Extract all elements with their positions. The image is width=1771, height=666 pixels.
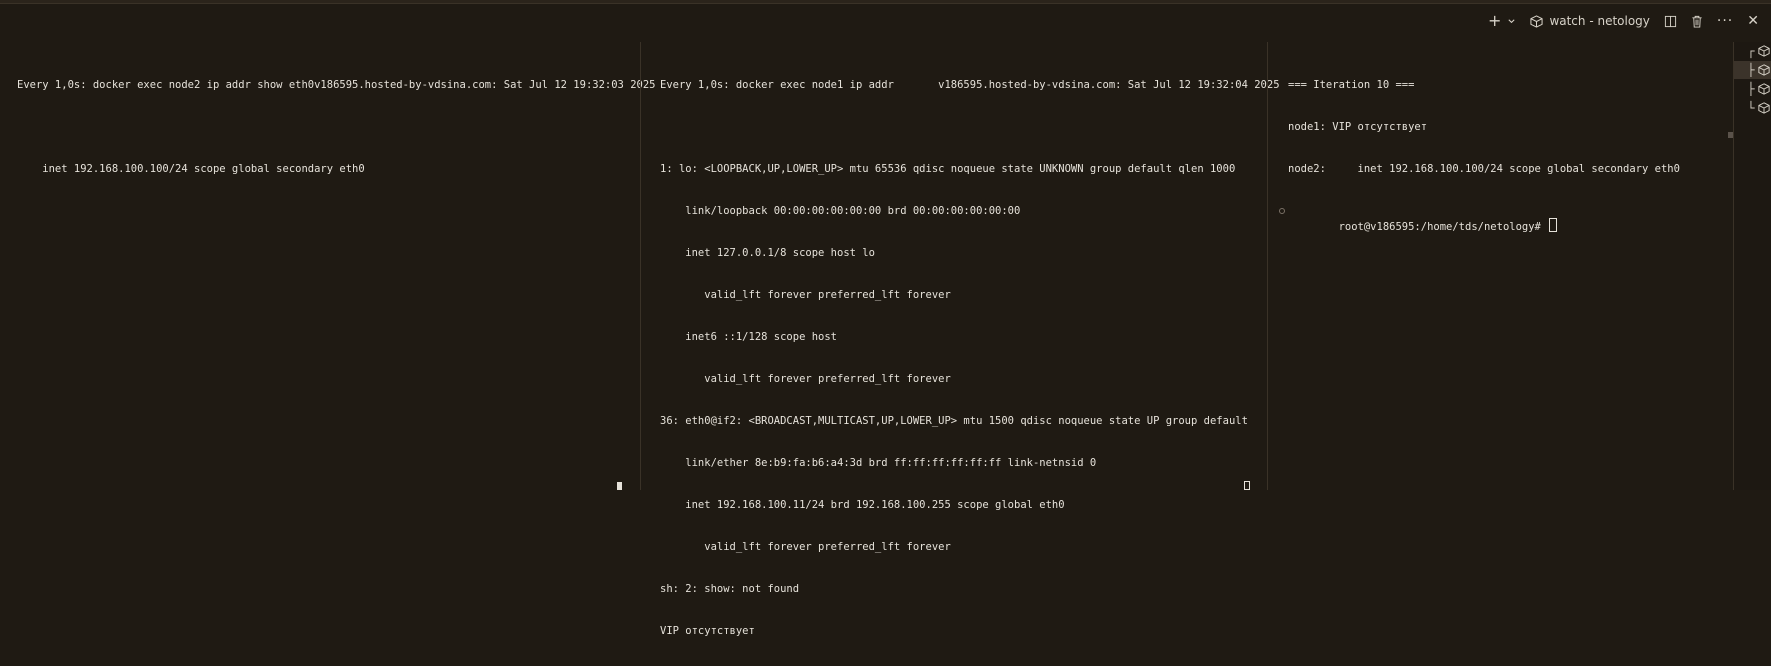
output-line: === Iteration 10 === bbox=[1288, 79, 1415, 91]
shell-prompt: root@v186595:/home/tds/netology# bbox=[1338, 221, 1541, 233]
cube-icon bbox=[1758, 102, 1770, 114]
split-editor-icon[interactable] bbox=[1664, 15, 1677, 28]
terminal-pane-3[interactable]: === Iteration 10 === node1: VIP отсутств… bbox=[1267, 42, 1734, 490]
output-line: inet 192.168.100.100/24 scope global sec… bbox=[17, 163, 365, 175]
output-line: valid_lft forever preferred_lft forever bbox=[660, 373, 951, 385]
trash-icon[interactable] bbox=[1691, 15, 1703, 28]
chevron-down-icon[interactable] bbox=[1507, 17, 1516, 26]
terminal-list: ┌ ├ ├ └ bbox=[1733, 42, 1771, 490]
title-bar-edge bbox=[0, 0, 1771, 4]
terminal-split-area: Every 1,0s: docker exec node2 ip addr sh… bbox=[0, 42, 1734, 637]
terminal-output: === Iteration 10 === node1: VIP отсутств… bbox=[1279, 50, 1680, 246]
terminal-list-item[interactable]: ├ bbox=[1734, 80, 1771, 98]
terminal-cursor bbox=[1244, 481, 1250, 490]
terminal-toolbar: + watch - netology ··· ✕ bbox=[1488, 12, 1759, 30]
terminal-output: Every 1,0s: docker exec node1 ip addr v1… bbox=[660, 50, 1280, 666]
terminal-list-item[interactable]: └ bbox=[1734, 99, 1771, 117]
output-line: node2: inet 192.168.100.100/24 scope glo… bbox=[1288, 163, 1680, 175]
output-line: valid_lft forever preferred_lft forever bbox=[660, 289, 951, 301]
plus-icon: + bbox=[1488, 11, 1502, 30]
cube-icon bbox=[1530, 14, 1544, 28]
output-line: link/loopback 00:00:00:00:00:00 brd 00:0… bbox=[660, 205, 1021, 217]
command-decoration-icon[interactable] bbox=[1279, 208, 1285, 214]
terminal-cursor bbox=[1549, 218, 1558, 232]
output-line: inet 192.168.100.11/24 brd 192.168.100.2… bbox=[660, 499, 1065, 511]
output-line: valid_lft forever preferred_lft forever bbox=[660, 541, 951, 553]
active-terminal-tab[interactable]: watch - netology bbox=[1530, 14, 1650, 28]
cube-icon bbox=[1758, 83, 1770, 95]
output-line: sh: 2: show: not found bbox=[660, 583, 800, 595]
close-icon[interactable]: ✕ bbox=[1747, 13, 1759, 29]
output-line: Every 1,0s: docker exec node2 ip addr sh… bbox=[17, 79, 656, 91]
terminal-output: Every 1,0s: docker exec node2 ip addr sh… bbox=[17, 50, 655, 204]
output-line: link/ether 8e:b9:fa:b6:a4:3d brd ff:ff:f… bbox=[660, 457, 1097, 469]
more-icon[interactable]: ··· bbox=[1717, 13, 1733, 29]
tree-line: ├ bbox=[1747, 63, 1755, 77]
output-line: inet 127.0.0.1/8 scope host lo bbox=[660, 247, 875, 259]
new-terminal-button[interactable]: + bbox=[1488, 13, 1516, 29]
active-terminal-label: watch - netology bbox=[1549, 14, 1650, 28]
prompt-line[interactable]: root@v186595:/home/tds/netology# bbox=[1279, 204, 1680, 233]
terminal-pane-2[interactable]: Every 1,0s: docker exec node1 ip addr v1… bbox=[640, 42, 1280, 637]
tree-line: └ bbox=[1747, 101, 1755, 115]
output-line: Every 1,0s: docker exec node1 ip addr v1… bbox=[660, 79, 1280, 91]
output-line: 36: eth0@if2: <BROADCAST,MULTICAST,UP,LO… bbox=[660, 415, 1248, 427]
terminal-list-item[interactable]: ┌ bbox=[1734, 42, 1771, 60]
output-line: node1: VIP отсутствует bbox=[1288, 121, 1428, 133]
output-line: VIP отсутствует bbox=[660, 625, 755, 637]
cube-icon bbox=[1758, 45, 1770, 57]
output-line: 1: lo: <LOOPBACK,UP,LOWER_UP> mtu 65536 … bbox=[660, 163, 1236, 175]
terminal-pane-1[interactable]: Every 1,0s: docker exec node2 ip addr sh… bbox=[0, 42, 655, 490]
terminal-list-item[interactable]: ├ bbox=[1734, 61, 1771, 79]
cube-icon bbox=[1758, 64, 1770, 76]
tree-line: ├ bbox=[1747, 82, 1755, 96]
tree-line: ┌ bbox=[1747, 44, 1755, 58]
output-line: inet6 ::1/128 scope host bbox=[660, 331, 838, 343]
terminal-cursor bbox=[617, 482, 622, 490]
